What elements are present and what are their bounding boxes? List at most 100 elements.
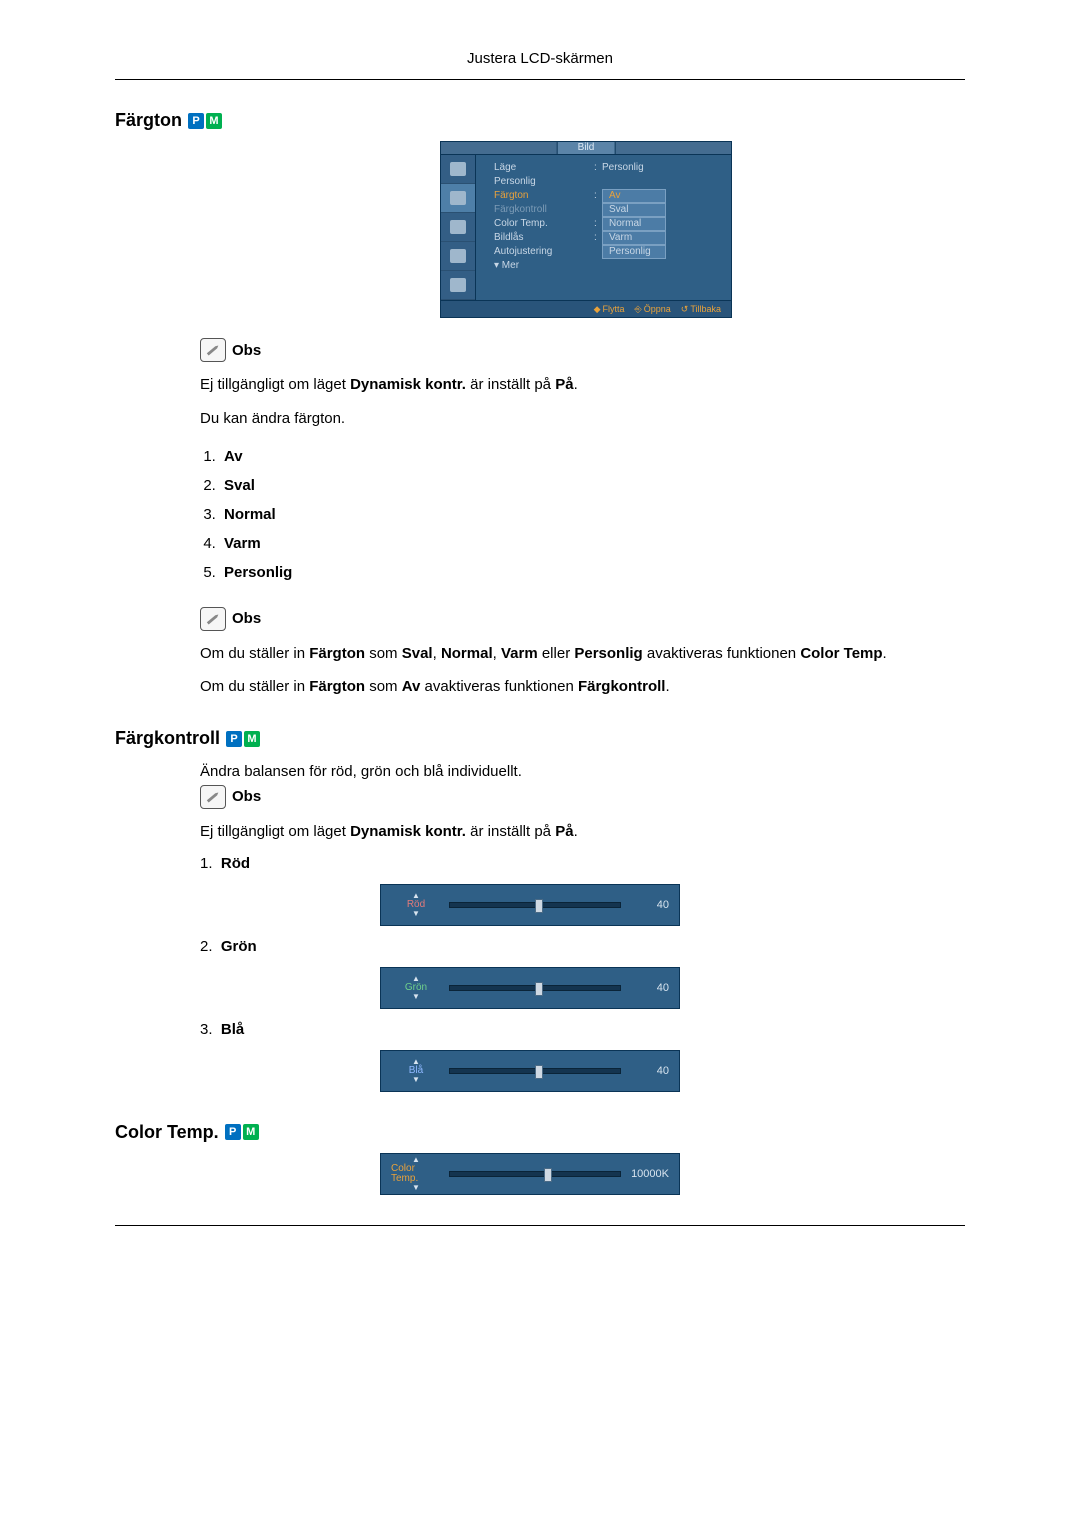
t: På xyxy=(555,376,573,393)
li-label: Varm xyxy=(224,535,261,552)
note-icon xyxy=(200,785,226,809)
slider-rod[interactable]: ▲ Röd ▼ 40 xyxy=(380,884,680,926)
slider-thumb[interactable] xyxy=(544,1168,552,1182)
pm-badges: P M xyxy=(225,1124,259,1140)
osd-row-fargkontroll[interactable]: Färgkontroll Sval xyxy=(494,203,721,217)
osd-label: Färgton xyxy=(494,189,594,203)
osd-value-box: Sval xyxy=(602,203,666,217)
note-label: Obs xyxy=(232,788,261,805)
t: . xyxy=(665,678,669,695)
t: Ej tillgängligt om läget xyxy=(200,823,350,840)
slider-bla[interactable]: ▲ Blå ▼ 40 xyxy=(380,1050,680,1092)
osd-panel: Bild Läge : Personlig xyxy=(440,141,732,318)
osd-row-personlig[interactable]: Personlig xyxy=(494,175,721,189)
badge-p: P xyxy=(188,113,204,129)
t: Dynamisk kontr. xyxy=(350,823,466,840)
t: Av xyxy=(402,678,421,695)
t: , xyxy=(493,645,501,662)
screen-icon xyxy=(450,191,466,205)
osd-sb-item[interactable] xyxy=(441,271,475,300)
slider-thumb[interactable] xyxy=(535,899,543,913)
pencil-icon xyxy=(203,787,223,807)
down-arrow-icon: ▼ xyxy=(412,1184,420,1192)
osd-row-mer[interactable]: ▾ Mer xyxy=(494,259,721,273)
osd-footer-back: ↺Tillbaka xyxy=(681,301,721,317)
osd-label: Läge xyxy=(494,161,594,175)
osd-value-box: Normal xyxy=(602,217,666,231)
t: Om du ställer in xyxy=(200,678,309,695)
osd-value-box: Personlig xyxy=(602,245,666,259)
osd-label: Färgkontroll xyxy=(494,203,594,217)
enter-icon: ⎆ xyxy=(635,304,642,314)
section-title-fargkontroll: Färgkontroll P M xyxy=(115,728,965,749)
osd-row-colortemp[interactable]: Color Temp. : Normal xyxy=(494,217,721,231)
section-title-text: Färgkontroll xyxy=(115,728,220,749)
page: Justera LCD-skärmen Färgton P M Bild xyxy=(0,0,1080,1306)
li-label: Normal xyxy=(224,506,276,523)
osd-value: Varm xyxy=(602,231,721,245)
num: 3. xyxy=(200,1021,213,1038)
fargton-list: Av Sval Normal Varm Personlig xyxy=(220,442,965,587)
t: avaktiveras funktionen xyxy=(643,645,801,662)
fargkontroll-block: Ändra balansen för röd, grön och blå ind… xyxy=(200,761,965,1092)
slider-labelcol: ▲ Blå ▼ xyxy=(391,1058,441,1084)
t: Normal xyxy=(441,645,493,662)
t: Varm xyxy=(501,645,538,662)
t: Color Temp xyxy=(800,645,882,662)
badge-p: P xyxy=(225,1124,241,1140)
label: Blå xyxy=(221,1021,244,1038)
p-av: Om du ställer in Färgton som Av avaktive… xyxy=(200,676,965,698)
slider-track[interactable] xyxy=(449,902,621,908)
slider-track[interactable] xyxy=(449,1171,621,1177)
t: som xyxy=(365,645,402,662)
content: Färgton P M Bild xyxy=(115,110,965,1195)
label: Röd xyxy=(221,855,250,872)
section-title-text: Color Temp. xyxy=(115,1122,219,1143)
osd-sb-item[interactable] xyxy=(441,155,475,184)
slider-track[interactable] xyxy=(449,985,621,991)
osd-value: Personlig xyxy=(602,245,721,259)
slider-track[interactable] xyxy=(449,1068,621,1074)
osd-row-lage[interactable]: Läge : Personlig xyxy=(494,161,721,175)
slider-labelcol: ▲ Röd ▼ xyxy=(391,892,441,918)
down-arrow-icon: ▼ xyxy=(412,1076,420,1084)
slider-name: Röd xyxy=(407,900,425,910)
note-icon xyxy=(200,607,226,631)
slider-gron[interactable]: ▲ Grön ▼ 40 xyxy=(380,967,680,1009)
section-title-colortemp: Color Temp. P M xyxy=(115,1122,965,1143)
osd-sb-item[interactable] xyxy=(441,213,475,242)
list-item: Normal xyxy=(220,500,965,529)
slider-labelcol: ▲ Color Temp. ▼ xyxy=(391,1156,441,1192)
label: Grön xyxy=(221,938,257,955)
slider-thumb[interactable] xyxy=(535,1065,543,1079)
osd-value: Personlig xyxy=(602,161,721,175)
osd-row-bildlas[interactable]: Bildlås : Varm xyxy=(494,231,721,245)
note-text: Ej tillgängligt om läget Dynamisk kontr.… xyxy=(200,374,965,396)
osd-row-fargton[interactable]: Färgton : Av xyxy=(494,189,721,203)
slider-colortemp[interactable]: ▲ Color Temp. ▼ 10000K xyxy=(380,1153,680,1195)
t: avaktiveras funktionen xyxy=(420,678,578,695)
osd-colon: : xyxy=(594,189,602,203)
osd-body: Läge : Personlig Personlig Färgton : Av xyxy=(441,155,731,300)
fk-note-text: Ej tillgängligt om läget Dynamisk kontr.… xyxy=(200,821,965,843)
osd-sb-item[interactable] xyxy=(441,242,475,271)
osd-row-autoj[interactable]: Autojustering Personlig xyxy=(494,245,721,259)
slider-value: 10000K xyxy=(629,1168,669,1180)
slider-thumb[interactable] xyxy=(535,982,543,996)
t: Dynamisk kontr. xyxy=(350,376,466,393)
osd-footer-open: ⎆Öppna xyxy=(635,301,671,317)
osd-title-tab: Bild xyxy=(557,142,616,154)
fk-intro: Ändra balansen för röd, grön och blå ind… xyxy=(200,761,965,783)
p-sval: Om du ställer in Färgton som Sval, Norma… xyxy=(200,643,965,665)
pencil-icon xyxy=(203,609,223,629)
pm-badges: P M xyxy=(226,731,260,747)
list-item: Sval xyxy=(220,471,965,500)
slider-labelcol: ▲ Grön ▼ xyxy=(391,975,441,1001)
osd-colon: : xyxy=(594,231,602,245)
fargton-block: Bild Läge : Personlig xyxy=(200,141,965,698)
osd-sb-item[interactable] xyxy=(441,184,475,213)
color-row-rod: 1. Röd xyxy=(200,855,965,872)
osd-label: Personlig xyxy=(494,175,594,189)
li-label: Av xyxy=(224,448,243,465)
list-item: Personlig xyxy=(220,558,965,587)
